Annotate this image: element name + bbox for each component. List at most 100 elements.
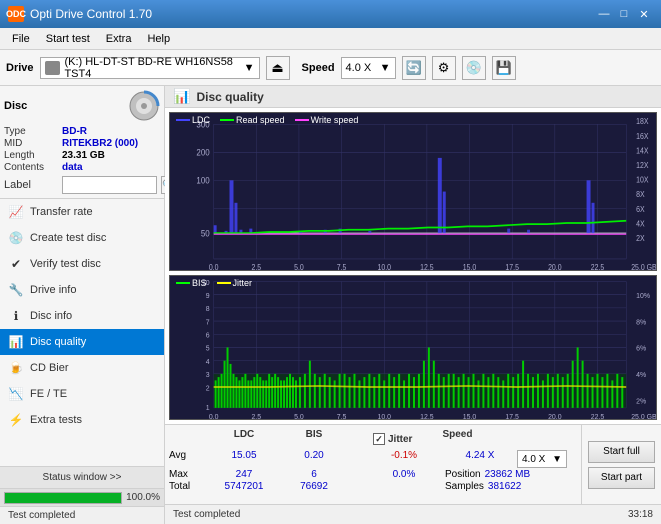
main-layout: Disc Type BD-R MID RITEKBR2 (000) — [0, 86, 661, 524]
svg-text:9: 9 — [206, 291, 210, 300]
progress-bar-container: 100.0% — [0, 488, 164, 506]
menu-start-test[interactable]: Start test — [38, 31, 98, 47]
maximize-button[interactable]: □ — [615, 5, 633, 23]
close-button[interactable]: ✕ — [635, 5, 653, 23]
sidebar-item-extra-tests[interactable]: ⚡ Extra tests — [0, 407, 164, 433]
max-ldc: 247 — [209, 469, 279, 480]
total-jitter-blank — [369, 481, 439, 492]
sidebar-item-create-test-disc[interactable]: 💿 Create test disc — [0, 225, 164, 251]
svg-text:25.0 GB: 25.0 GB — [631, 263, 656, 270]
speed-value: 4.24 X — [445, 450, 515, 468]
svg-text:10.0: 10.0 — [377, 263, 391, 270]
sidebar-item-drive-info[interactable]: 🔧 Drive info — [0, 277, 164, 303]
samples-label: Samples — [445, 481, 484, 492]
extra-tests-label: Extra tests — [30, 414, 82, 426]
content-header: 📊 Disc quality — [165, 86, 661, 108]
svg-text:7.5: 7.5 — [337, 263, 347, 270]
svg-text:0.0: 0.0 — [209, 412, 219, 419]
transfer-rate-label: Transfer rate — [30, 206, 93, 218]
svg-text:7.5: 7.5 — [337, 412, 347, 419]
speed-select-arrow: ▼ — [552, 454, 562, 465]
cd-bier-icon: 🍺 — [8, 360, 24, 376]
stats-header-space — [349, 429, 369, 449]
content-header-icon: 📊 — [173, 88, 190, 105]
speed-select-dropdown[interactable]: 4.0 X ▼ — [517, 450, 567, 468]
stats-header-blank — [169, 429, 209, 449]
progress-bar-inner — [5, 493, 121, 503]
svg-text:3: 3 — [206, 370, 210, 379]
content-area: 📊 Disc quality LDC Read speed — [165, 86, 661, 524]
status-window-button[interactable]: Status window >> — [0, 466, 164, 488]
svg-text:2.5: 2.5 — [251, 412, 261, 419]
svg-text:2%: 2% — [636, 396, 646, 405]
menu-file[interactable]: File — [4, 31, 38, 47]
svg-text:6: 6 — [206, 330, 210, 339]
type-label: Type — [4, 126, 58, 137]
eject-button[interactable]: ⏏ — [266, 56, 290, 80]
stats-header-bis: BIS — [279, 429, 349, 449]
svg-text:14X: 14X — [636, 146, 648, 156]
verify-test-disc-label: Verify test disc — [30, 258, 101, 270]
svg-text:8%: 8% — [636, 317, 646, 326]
position-value: 23862 MB — [485, 469, 531, 480]
svg-text:4X: 4X — [636, 219, 645, 229]
verify-test-disc-icon: ✔ — [8, 256, 24, 272]
chart2-legend: BIS Jitter — [176, 278, 252, 288]
refresh-button[interactable]: 🔄 — [402, 56, 426, 80]
speed-dropdown-icon: ▼ — [380, 62, 391, 74]
fe-te-icon: 📉 — [8, 386, 24, 402]
svg-text:8X: 8X — [636, 190, 645, 200]
content-title: Disc quality — [196, 90, 263, 104]
stats-header-speed: Speed — [422, 429, 492, 449]
transfer-rate-icon: 📈 — [8, 204, 24, 220]
disc-title: Disc — [4, 100, 27, 112]
svg-text:16X: 16X — [636, 131, 648, 141]
svg-text:5.0: 5.0 — [294, 412, 304, 419]
label-input[interactable] — [62, 176, 157, 194]
svg-text:17.5: 17.5 — [505, 412, 518, 419]
sidebar-item-disc-quality[interactable]: 📊 Disc quality — [0, 329, 164, 355]
disc-quality-icon: 📊 — [8, 334, 24, 350]
svg-text:6%: 6% — [636, 344, 646, 353]
save-button[interactable]: 💾 — [492, 56, 516, 80]
settings-button[interactable]: ⚙ — [432, 56, 456, 80]
read-speed-legend-label: Read speed — [236, 115, 285, 125]
length-value: 23.31 GB — [62, 150, 105, 161]
mid-label: MID — [4, 138, 58, 149]
speed-selector[interactable]: 4.0 X ▼ — [341, 57, 396, 79]
svg-text:100: 100 — [196, 175, 210, 186]
total-bis: 76692 — [279, 481, 349, 492]
max-bis: 6 — [279, 469, 349, 480]
jitter-checkbox[interactable]: ✓ — [373, 433, 385, 445]
svg-text:5.0: 5.0 — [294, 263, 304, 270]
svg-text:25.0 GB: 25.0 GB — [631, 412, 656, 419]
sidebar-item-disc-info[interactable]: ℹ Disc info — [0, 303, 164, 329]
sidebar-item-transfer-rate[interactable]: 📈 Transfer rate — [0, 199, 164, 225]
start-part-button[interactable]: Start part — [588, 467, 655, 489]
start-full-button[interactable]: Start full — [588, 441, 655, 463]
avg-jitter: -0.1% — [369, 450, 439, 468]
svg-text:4: 4 — [206, 357, 210, 366]
sidebar-item-verify-test-disc[interactable]: ✔ Verify test disc — [0, 251, 164, 277]
position-label: Position — [445, 469, 481, 480]
drive-selector[interactable]: (K:) HL-DT-ST BD-RE WH16NS58 TST4 ▼ — [40, 57, 260, 79]
disc-info-label: Disc info — [30, 310, 72, 322]
svg-text:22.5: 22.5 — [591, 263, 605, 270]
drive-dropdown-icon: ▼ — [244, 62, 255, 74]
charts-container: LDC Read speed Write speed — [165, 108, 661, 424]
svg-text:20.0: 20.0 — [548, 263, 562, 270]
disc-button[interactable]: 💿 — [462, 56, 486, 80]
sidebar-item-cd-bier[interactable]: 🍺 CD Bier — [0, 355, 164, 381]
menu-help[interactable]: Help — [139, 31, 178, 47]
speed-select-value: 4.0 X — [522, 454, 545, 465]
menu-bar: File Start test Extra Help — [0, 28, 661, 50]
jitter-legend-label: Jitter — [233, 278, 253, 288]
disc-panel: Disc Type BD-R MID RITEKBR2 (000) — [0, 86, 164, 199]
minimize-button[interactable]: — — [595, 5, 613, 23]
length-label: Length — [4, 150, 58, 161]
speed-value: 4.0 X — [346, 62, 372, 74]
menu-extra[interactable]: Extra — [98, 31, 140, 47]
svg-text:2: 2 — [206, 383, 210, 392]
avg-bis: 0.20 — [279, 450, 349, 468]
sidebar-item-fe-te[interactable]: 📉 FE / TE — [0, 381, 164, 407]
